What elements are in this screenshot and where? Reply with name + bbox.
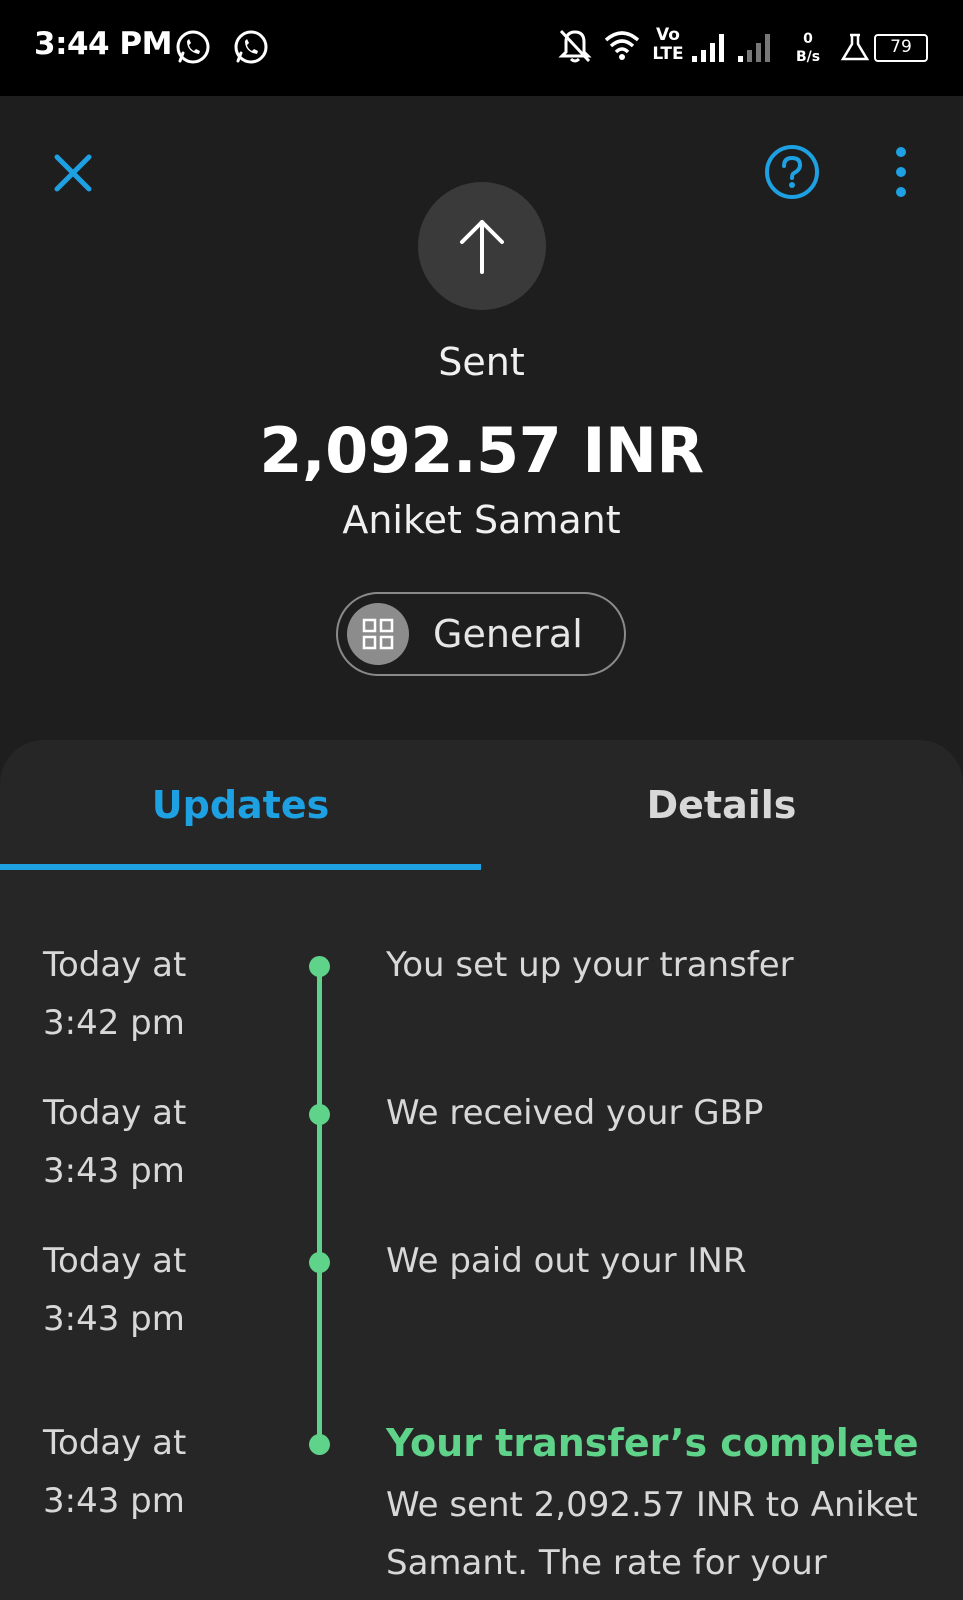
category-label: General	[433, 612, 583, 656]
status-bar: 3:44 PM Vo LTE 0 B/s 79	[0, 0, 963, 96]
status-time: 3:44 PM	[34, 26, 172, 62]
event-description: We sent 2,092.57 INR to Aniket Samant. T…	[386, 1485, 918, 1583]
arrow-up-icon	[460, 220, 504, 274]
whatsapp-icon	[234, 30, 268, 64]
close-icon[interactable]	[48, 148, 98, 198]
event-time: Today at 3:43 pm	[43, 1241, 187, 1339]
category-icon-circle	[347, 603, 409, 665]
more-icon[interactable]	[886, 144, 916, 200]
help-icon[interactable]	[764, 144, 820, 200]
event-text: We received your GBP	[386, 1093, 764, 1133]
transfer-panel: Updates Details Today at 3:42 pm You set…	[0, 740, 963, 1600]
timeline-track	[317, 960, 322, 1438]
notifications-off-icon	[558, 29, 592, 63]
tab-bar: Updates Details	[0, 740, 963, 870]
timeline-dot	[309, 956, 330, 977]
event-time: Today at 3:42 pm	[43, 945, 187, 1043]
timeline-dot	[309, 1252, 330, 1273]
signal-icon	[692, 34, 724, 62]
category-chip[interactable]: General	[336, 592, 626, 676]
timeline-dot	[309, 1104, 330, 1125]
transfer-header: Sent 2,092.57 INR Aniket Samant General	[0, 96, 963, 736]
transfer-amount: 2,092.57 INR	[259, 414, 704, 487]
whatsapp-icon	[176, 30, 210, 64]
battery-icon: 79	[874, 34, 928, 62]
flask-icon	[840, 33, 870, 61]
wifi-icon	[604, 31, 640, 60]
data-speed-icon: 0 B/s	[795, 31, 821, 65]
tab-updates[interactable]: Updates	[0, 740, 481, 870]
tab-details[interactable]: Details	[481, 740, 962, 870]
grid-icon	[362, 618, 394, 650]
event-text: You set up your transfer	[386, 945, 794, 985]
transfer-status: Sent	[438, 340, 525, 384]
signal-weak-icon	[738, 34, 770, 62]
event-text: We paid out your INR	[386, 1241, 747, 1281]
event-time: Today at 3:43 pm	[43, 1093, 187, 1191]
timeline-dot	[309, 1434, 330, 1455]
recipient-name: Aniket Samant	[342, 498, 621, 542]
transfer-direction-avatar	[418, 182, 546, 310]
active-tab-indicator	[0, 864, 481, 870]
event-title: Your transfer’s complete	[386, 1421, 919, 1465]
volte-icon: Vo LTE	[652, 25, 684, 64]
event-time: Today at 3:43 pm	[43, 1423, 187, 1521]
